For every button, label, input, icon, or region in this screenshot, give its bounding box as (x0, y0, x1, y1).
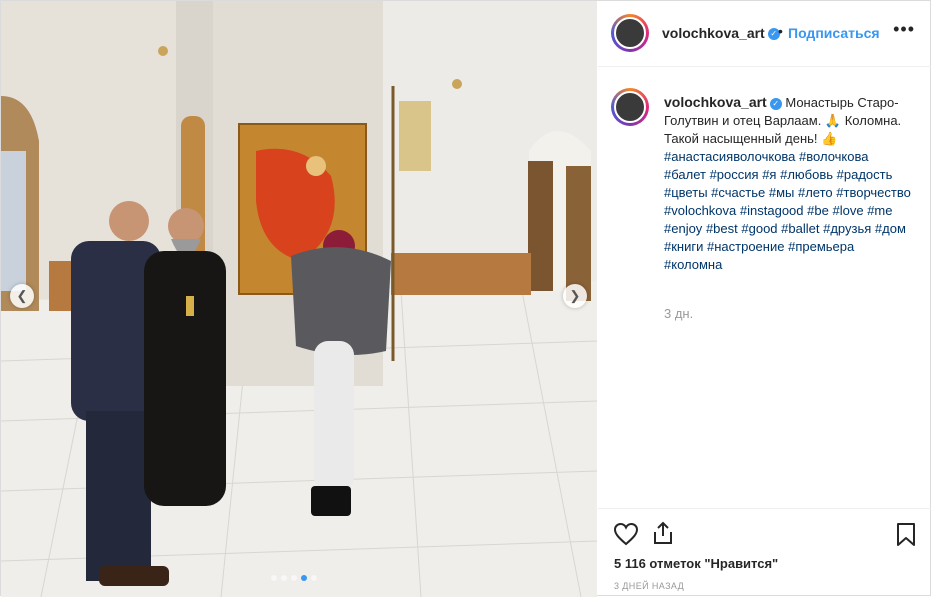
hashtag-link[interactable]: #коломна (664, 257, 722, 272)
instagram-post: ❮ ❯ volochkova_art ✓ • Подписаться ••• vo… (0, 0, 931, 597)
hashtag-link[interactable]: #россия (710, 167, 759, 182)
post-header: volochkova_art ✓ • Подписаться ••• (598, 1, 931, 67)
post-sidebar: volochkova_art ✓ • Подписаться ••• voloch… (598, 1, 931, 597)
header-separator: • (778, 23, 783, 39)
hashtag-link[interactable]: #радость (837, 167, 893, 182)
hashtag-link[interactable]: #анастасияволочкова (664, 149, 795, 164)
carousel-dot[interactable] (281, 575, 287, 581)
hashtag-link[interactable]: #мы (769, 185, 795, 200)
hashtag-link[interactable]: #счастье (711, 185, 765, 200)
hashtag-link[interactable]: #me (867, 203, 892, 218)
carousel-dot[interactable] (271, 575, 277, 581)
hashtag-link[interactable]: #настроение (707, 239, 784, 254)
hashtag-link[interactable]: #ballet (781, 221, 819, 236)
verified-badge-icon: ✓ (769, 97, 782, 110)
hashtag-link[interactable]: #лето (798, 185, 833, 200)
next-button[interactable]: ❯ (563, 284, 587, 308)
prev-button[interactable]: ❮ (10, 284, 34, 308)
hashtag-link[interactable]: #премьера (788, 239, 854, 254)
hashtag-link[interactable]: #книги (664, 239, 703, 254)
hashtag-link[interactable]: #друзья (823, 221, 871, 236)
follow-button[interactable]: Подписаться (788, 25, 880, 41)
chevron-left-icon: ❮ (16, 288, 28, 303)
carousel-dot[interactable] (301, 575, 307, 581)
caption-avatar[interactable] (611, 88, 649, 126)
post-caption: volochkova_art ✓ Монастырь Старо-Голутвин… (664, 93, 914, 274)
share-icon[interactable] (651, 520, 675, 546)
chevron-right-icon: ❯ (569, 288, 581, 303)
caption-age: 3 дн. (664, 306, 694, 321)
hashtag-list: #анастасияволочкова #волочкова #балет #р… (664, 149, 911, 272)
hashtag-link[interactable]: #творчество (836, 185, 911, 200)
hashtag-link[interactable]: #волочкова (799, 149, 868, 164)
carousel-indicator (271, 575, 317, 581)
carousel-dot[interactable] (291, 575, 297, 581)
hashtag-link[interactable]: #цветы (664, 185, 708, 200)
post-photo[interactable]: ❮ ❯ (1, 1, 597, 597)
likes-count[interactable]: 5 116 отметок "Нравится" (614, 556, 778, 571)
hashtag-link[interactable]: #балет (664, 167, 706, 182)
header-username[interactable]: volochkova_art (662, 25, 765, 41)
hashtag-link[interactable]: #instagood (740, 203, 804, 218)
avatar[interactable] (611, 14, 649, 52)
hashtag-link[interactable]: #be (807, 203, 829, 218)
heart-icon[interactable] (613, 522, 639, 546)
hashtag-link[interactable]: #я (762, 167, 776, 182)
more-options-button[interactable]: ••• (893, 19, 915, 40)
action-bar: 5 116 отметок "Нравится" 3 ДНЕЙ НАЗАД (598, 508, 931, 598)
hashtag-link[interactable]: #дом (875, 221, 906, 236)
hashtag-link[interactable]: #любовь (780, 167, 833, 182)
caption-username[interactable]: volochkova_art (664, 94, 767, 110)
bookmark-icon[interactable] (896, 522, 916, 547)
hashtag-link[interactable]: #enjoy (664, 221, 702, 236)
church-interior-photo (1, 1, 597, 597)
carousel-dot[interactable] (311, 575, 317, 581)
hashtag-link[interactable]: #good (741, 221, 777, 236)
hashtag-link[interactable]: #love (832, 203, 863, 218)
hashtag-link[interactable]: #best (706, 221, 738, 236)
post-date: 3 ДНЕЙ НАЗАД (614, 581, 685, 591)
hashtag-link[interactable]: #volochkova (664, 203, 736, 218)
